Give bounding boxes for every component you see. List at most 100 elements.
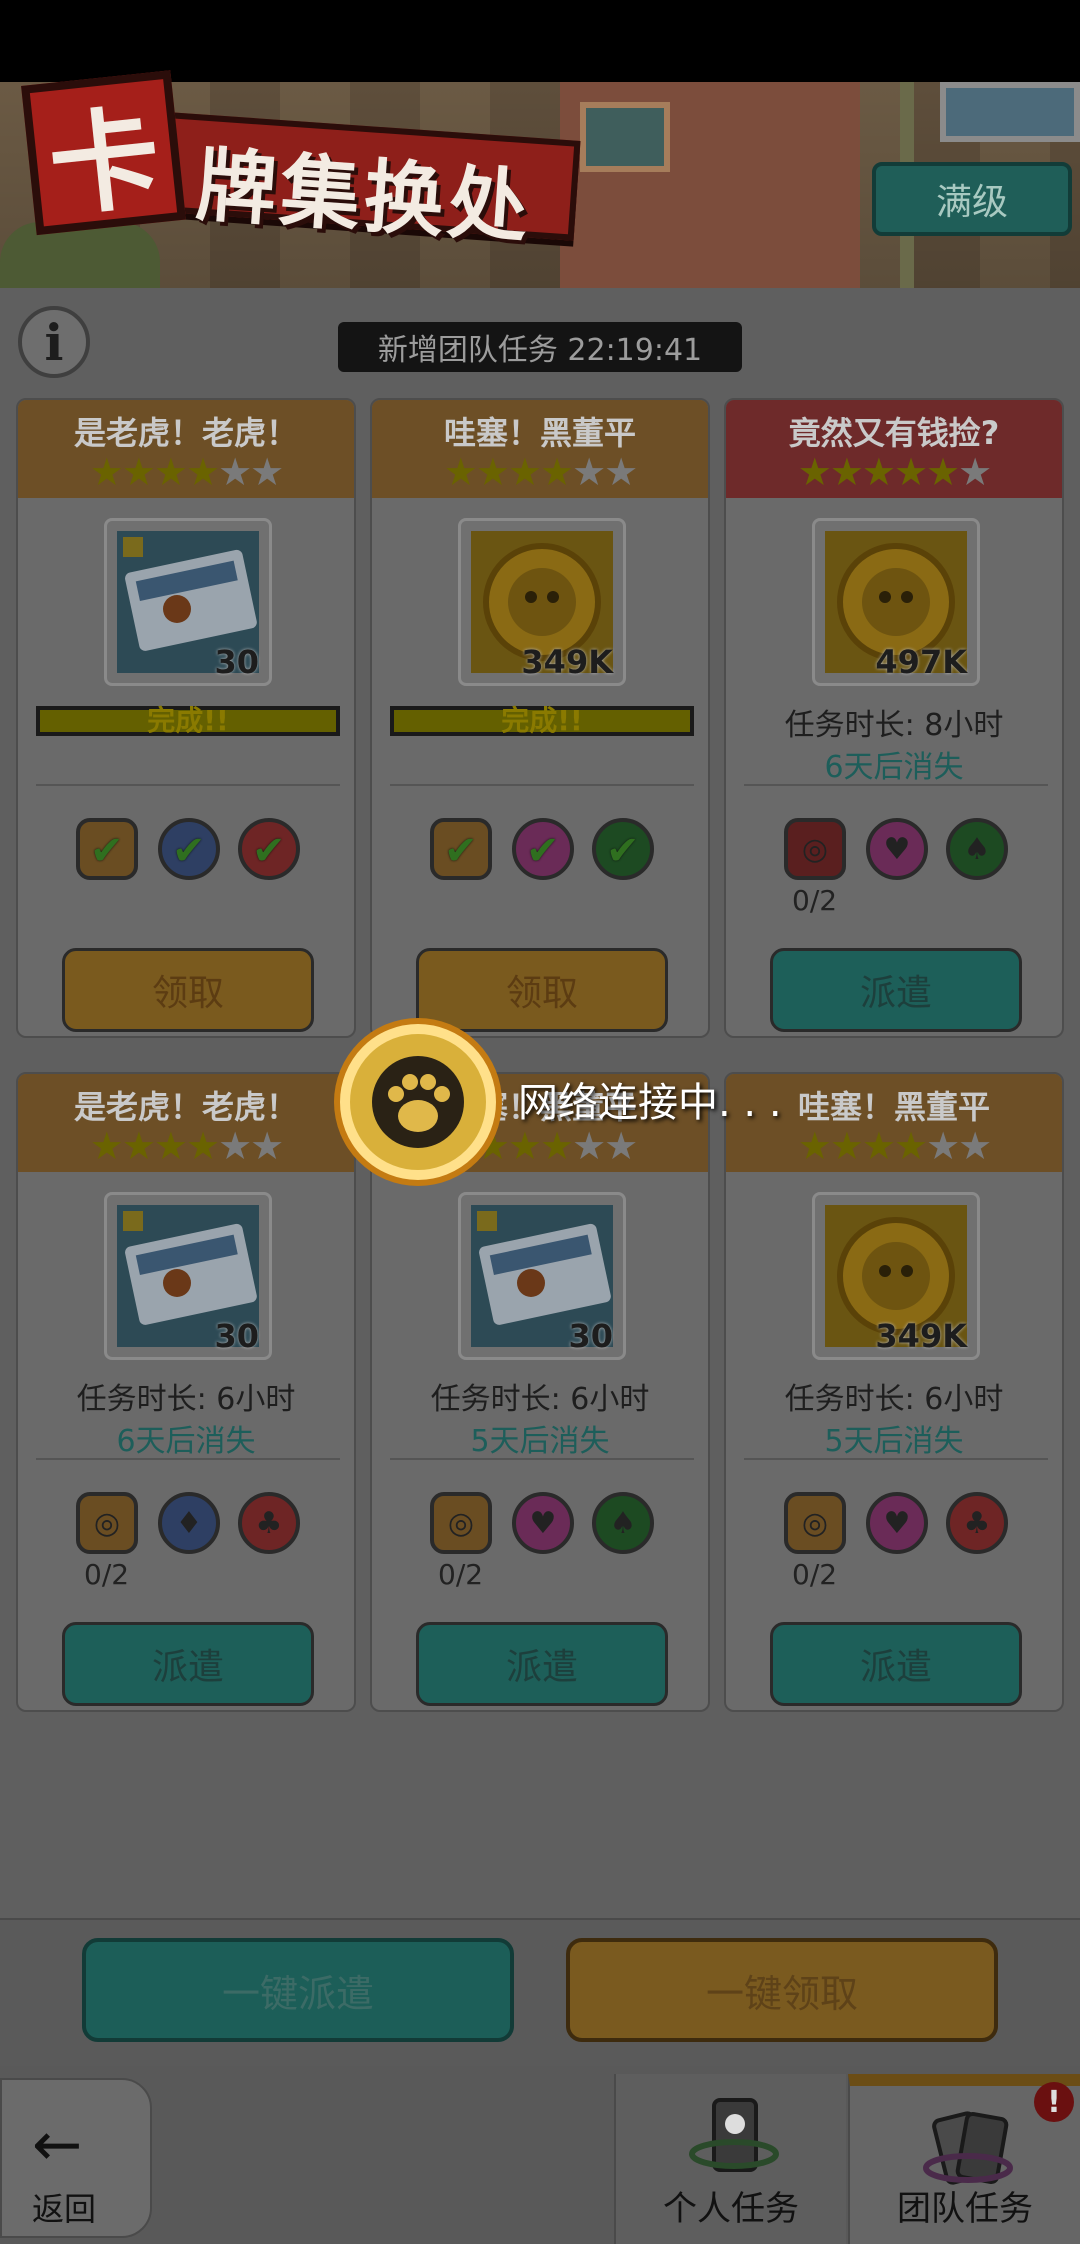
- bulk-claim-button[interactable]: 一键领取: [566, 1938, 998, 2042]
- back-label: 返回: [32, 2190, 97, 2228]
- paw-print-icon: [388, 1074, 450, 1132]
- bulk-actions-bar: 一键派遣 一键领取: [0, 1918, 1080, 2066]
- req-target-icon: ◎: [76, 1492, 138, 1554]
- reward-item[interactable]: 349K: [812, 1192, 980, 1360]
- card-divider: [744, 1458, 1048, 1460]
- completion-bar: 完成!!: [390, 706, 694, 736]
- check-icon: ✔: [90, 828, 124, 874]
- task-card: 是老虎！老虎！ ★★★★★★ 30 任务时长: 6小时 6天后消失 ◎ ♦ ♣ …: [16, 1072, 356, 1712]
- reward-item[interactable]: 30: [458, 1192, 626, 1360]
- loading-toast: 网络连接中. . .: [340, 1024, 860, 1184]
- paw-icon: [340, 1024, 496, 1180]
- dispatch-button[interactable]: 派遣: [416, 1622, 668, 1706]
- back-button[interactable]: ← 返回: [0, 2078, 152, 2238]
- card-stars: ★★★★★★: [797, 450, 992, 494]
- task-expire: 5天后消失: [470, 1424, 610, 1459]
- banner-sign-art: [940, 82, 1080, 142]
- card-title: 是老虎！老虎！: [73, 414, 298, 452]
- card-divider: [36, 784, 340, 786]
- req-target-icon: ◎: [784, 1492, 846, 1554]
- dispatch-button[interactable]: 派遣: [770, 1622, 1022, 1706]
- bottom-nav: ← 返回 个人任务 ! 团队任务: [0, 2066, 1080, 2244]
- personal-task-icon: [689, 2098, 779, 2172]
- reward-count: 30: [214, 643, 259, 681]
- reward-count: 30: [214, 1317, 259, 1355]
- req-progress: 0/2: [792, 884, 838, 917]
- req-progress: 0/2: [792, 1558, 838, 1591]
- reward-count: 349K: [521, 643, 613, 681]
- card-header: 是老虎！老虎！ ★★★★★★: [18, 400, 354, 498]
- reward-item[interactable]: 30: [104, 1192, 272, 1360]
- card-header: 哇塞！黑董平 ★★★★★★: [372, 400, 708, 498]
- new-task-timer: 新增团队任务 22:19:41: [338, 322, 742, 372]
- card-header: 竟然又有钱捡? ★★★★★★: [726, 400, 1062, 498]
- card-header: 是老虎！老虎！ ★★★★★★: [18, 1074, 354, 1172]
- req-diamond-icon: ✔: [158, 818, 220, 880]
- req-heart-icon: ♥: [866, 1492, 928, 1554]
- task-duration: 任务时长: 6小时: [430, 1382, 650, 1417]
- claim-button[interactable]: 领取: [416, 948, 668, 1032]
- task-duration: 任务时长: 8小时: [784, 708, 1004, 743]
- check-icon: ✔: [172, 828, 206, 874]
- back-arrow-icon: ←: [32, 2110, 83, 2180]
- task-card: 哇塞！黑董平 ★★★★★★ 349K 完成!! ✔ ✔ ✔ 领取: [370, 398, 710, 1038]
- card-divider: [36, 1458, 340, 1460]
- info-icon[interactable]: i: [18, 306, 90, 378]
- task-expire: 6天后消失: [824, 750, 964, 785]
- task-expire: 6天后消失: [116, 1424, 256, 1459]
- card-title: 是老虎！老虎！: [73, 1088, 298, 1126]
- req-heart-icon: ♥: [866, 818, 928, 880]
- req-target-icon: ◎: [784, 818, 846, 880]
- reward-item[interactable]: 30: [104, 518, 272, 686]
- req-progress: 0/2: [84, 1558, 130, 1591]
- dispatch-button[interactable]: 派遣: [62, 1622, 314, 1706]
- req-spade-icon: ✔: [592, 818, 654, 880]
- check-icon: ✔: [606, 828, 640, 874]
- task-card: 是老虎！老虎！ ★★★★★★ 30 完成!! ✔ ✔ ✔ 领取: [16, 398, 356, 1038]
- dispatch-button[interactable]: 派遣: [770, 948, 1022, 1032]
- task-expire: 5天后消失: [824, 1424, 964, 1459]
- req-spade-icon: ♠: [592, 1492, 654, 1554]
- req-club-icon: ♣: [946, 1492, 1008, 1554]
- card-divider: [744, 784, 1048, 786]
- tab-team-label: 团队任务: [897, 2189, 1033, 2229]
- req-club-icon: ✔: [238, 818, 300, 880]
- paw-icon-inner: [372, 1056, 464, 1148]
- req-target-icon: ✔: [430, 818, 492, 880]
- reward-count: 497K: [875, 643, 967, 681]
- page-title-first-char: 卡: [21, 70, 186, 236]
- max-level-button[interactable]: 满级: [872, 162, 1072, 236]
- card-divider: [390, 784, 694, 786]
- card-stars: ★★★★★★: [443, 450, 638, 494]
- card-stars: ★★★★★★: [89, 1124, 284, 1168]
- reward-count: 349K: [875, 1317, 967, 1355]
- req-progress: 0/2: [438, 1558, 484, 1591]
- card-stars: ★★★★★★: [89, 450, 284, 494]
- banner-window-art: [580, 102, 670, 172]
- check-icon: ✔: [526, 828, 560, 874]
- tab-personal-label: 个人任务: [663, 2189, 799, 2229]
- reward-item[interactable]: 497K: [812, 518, 980, 686]
- check-icon: ✔: [252, 828, 286, 874]
- task-duration: 任务时长: 6小时: [76, 1382, 296, 1417]
- req-spade-icon: ♠: [946, 818, 1008, 880]
- req-target-icon: ◎: [430, 1492, 492, 1554]
- card-divider: [390, 1458, 694, 1460]
- tab-personal-tasks[interactable]: 个人任务: [614, 2074, 846, 2244]
- req-club-icon: ♣: [238, 1492, 300, 1554]
- reward-count: 30: [568, 1317, 613, 1355]
- reward-item[interactable]: 349K: [458, 518, 626, 686]
- card-title: 哇塞！黑董平: [443, 414, 636, 452]
- req-target-icon: ✔: [76, 818, 138, 880]
- alert-badge: !: [1034, 2082, 1074, 2122]
- req-heart-icon: ✔: [512, 818, 574, 880]
- req-diamond-icon: ♦: [158, 1492, 220, 1554]
- tab-team-tasks[interactable]: ! 团队任务: [848, 2074, 1080, 2244]
- req-heart-icon: ♥: [512, 1492, 574, 1554]
- claim-button[interactable]: 领取: [62, 948, 314, 1032]
- completion-bar: 完成!!: [36, 706, 340, 736]
- card-title: 竟然又有钱捡?: [788, 414, 1000, 452]
- status-bar: [0, 0, 1080, 82]
- loading-text: 网络连接中. . .: [518, 1080, 782, 1126]
- bulk-dispatch-button[interactable]: 一键派遣: [82, 1938, 514, 2042]
